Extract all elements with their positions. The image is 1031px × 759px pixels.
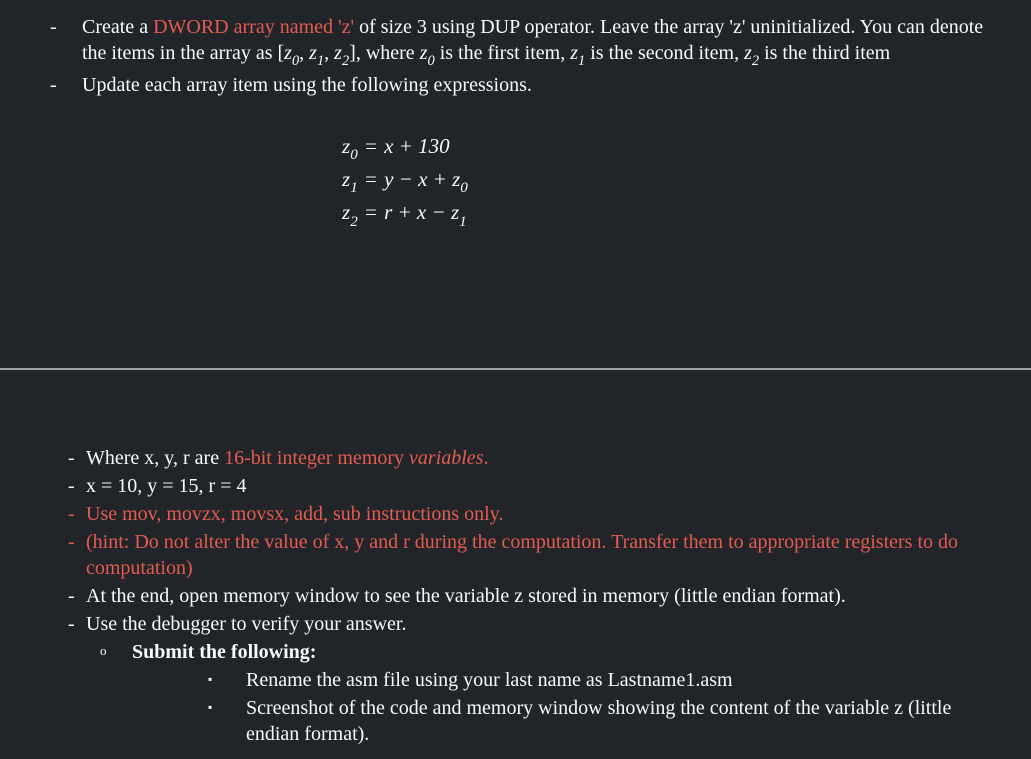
dash-bullet: -	[68, 611, 86, 637]
red-highlight: DWORD array named 'z'	[153, 16, 354, 38]
equation-3: z2 = r + x − z1	[342, 198, 999, 231]
bullet-memory-window: - At the end, open memory window to see …	[68, 583, 999, 609]
dash-bullet: -	[68, 473, 86, 499]
bullet-text: Create a DWORD array named 'z' of size 3…	[82, 14, 999, 70]
var-z2-ref: z2	[744, 42, 759, 64]
z0-desc: is the first item,	[435, 42, 571, 64]
dash-bullet: -	[68, 529, 86, 555]
circle-bullet: o	[100, 639, 132, 660]
bullet-values: - x = 10, y = 15, r = 4	[68, 473, 999, 499]
equation-1: z0 = x + 130	[342, 132, 999, 165]
text-after-arr: ], where	[349, 42, 420, 64]
square-bullet-icon: ▪	[208, 667, 246, 688]
bullet-text: Screenshot of the code and memory window…	[246, 695, 999, 747]
bullet-debugger: - Use the debugger to verify your answer…	[68, 611, 999, 637]
bullet-submit-heading: o Submit the following:	[100, 639, 999, 665]
bullet-text: Where x, y, r are 16-bit integer memory …	[86, 445, 999, 471]
var-z1: z1	[309, 42, 324, 64]
b1-red-italic: variables	[409, 447, 483, 469]
dash-bullet: -	[68, 501, 86, 527]
square-bullet-icon: ▪	[208, 695, 246, 716]
dash-bullet: -	[50, 14, 82, 40]
b1-prefix: Where x, y, r are	[86, 447, 224, 469]
bullet-text: (hint: Do not alter the value of x, y an…	[86, 529, 999, 581]
bullet-item-update: - Update each array item using the follo…	[50, 72, 999, 98]
bullet-text: Use the debugger to verify your answer.	[86, 611, 999, 637]
bottom-section: - Where x, y, r are 16-bit integer memor…	[0, 370, 1031, 759]
bullet-text: Use mov, movzx, movsx, add, sub instruct…	[86, 501, 999, 527]
dash-bullet: -	[68, 583, 86, 609]
z1-desc: is the second item,	[585, 42, 744, 64]
bullet-screenshot: ▪ Screenshot of the code and memory wind…	[208, 695, 999, 747]
bullet-hint: - (hint: Do not alter the value of x, y …	[68, 529, 999, 581]
bullet-text: x = 10, y = 15, r = 4	[86, 473, 999, 499]
bullet-text: Rename the asm file using your last name…	[246, 667, 999, 693]
var-z0-ref: z0	[420, 42, 435, 64]
var-z2: z2	[334, 42, 349, 64]
var-z1-ref: z1	[570, 42, 585, 64]
equations-block: z0 = x + 130 z1 = y − x + z0 z2 = r + x …	[342, 132, 999, 232]
bullet-text: Update each array item using the followi…	[82, 72, 999, 98]
var-z0: z0	[284, 42, 299, 64]
submit-heading: Submit the following:	[132, 639, 999, 665]
dash-bullet: -	[68, 445, 86, 471]
text-prefix: Create a	[82, 16, 153, 38]
bullet-where-vars: - Where x, y, r are 16-bit integer memor…	[68, 445, 999, 471]
z2-desc: is the third item	[759, 42, 890, 64]
bullet-instructions: - Use mov, movzx, movsx, add, sub instru…	[68, 501, 999, 527]
bullet-rename: ▪ Rename the asm file using your last na…	[208, 667, 999, 693]
equation-2: z1 = y − x + z0	[342, 165, 999, 198]
top-section: - Create a DWORD array named 'z' of size…	[0, 0, 1031, 370]
b1-red: 16-bit integer memory	[224, 447, 409, 469]
dash-bullet: -	[50, 72, 82, 98]
b1-period: .	[483, 447, 488, 469]
bullet-text: At the end, open memory window to see th…	[86, 583, 999, 609]
bullet-item-create-array: - Create a DWORD array named 'z' of size…	[50, 14, 999, 70]
square-sublist: ▪ Rename the asm file using your last na…	[208, 667, 999, 747]
submit-sublist: o Submit the following: ▪ Rename the asm…	[100, 639, 999, 747]
